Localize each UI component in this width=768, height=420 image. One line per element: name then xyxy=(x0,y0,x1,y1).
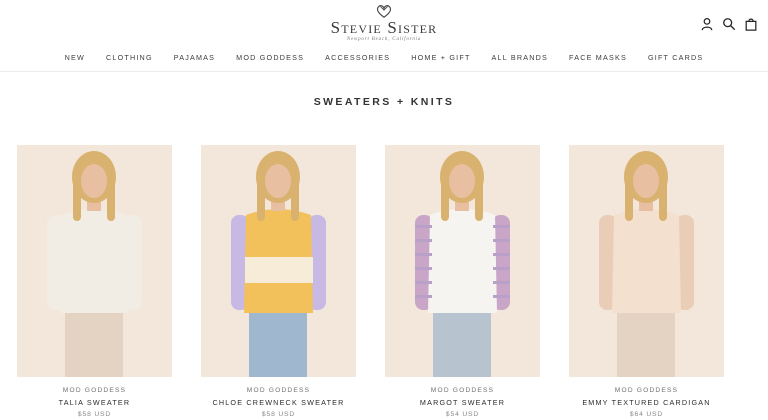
sweater-stripe xyxy=(415,253,432,256)
product-brand: Mod Goddess xyxy=(246,387,311,394)
nav-item-gift-cards[interactable]: Gift Cards xyxy=(637,53,713,62)
nav-item-home-gift[interactable]: Home + Gift xyxy=(401,53,481,62)
model-hair-strand xyxy=(625,181,633,221)
sweater-stripe xyxy=(415,295,432,298)
sweater-stripe xyxy=(493,239,510,242)
model-face xyxy=(449,164,475,198)
model-bottoms xyxy=(249,305,307,377)
sweater-stripe xyxy=(415,239,432,242)
model-hair-strand xyxy=(257,181,265,221)
nav-item-face-masks[interactable]: Face Masks xyxy=(559,53,638,62)
nav-item-new[interactable]: New xyxy=(54,53,95,62)
cart-icon[interactable] xyxy=(744,17,758,31)
sweater-stripe xyxy=(493,267,510,270)
product-photo xyxy=(569,145,724,377)
product-price: $54 USD xyxy=(445,411,480,418)
model-hair-strand xyxy=(475,181,483,221)
product-photo xyxy=(201,145,356,377)
nav-item-all-brands[interactable]: All Brands xyxy=(481,53,558,62)
page-title: Sweaters + Knits xyxy=(313,96,455,108)
product-card[interactable]: Mod Goddess Emmy Textured Cardigan $64 U… xyxy=(569,145,724,418)
model-sweater xyxy=(428,209,497,313)
model-face xyxy=(633,164,659,198)
product-price: $58 USD xyxy=(261,411,296,418)
model-sweater xyxy=(60,209,129,313)
product-brand: Mod Goddess xyxy=(430,387,495,394)
product-image[interactable] xyxy=(17,145,172,377)
model-bottoms xyxy=(433,305,491,377)
account-icon[interactable] xyxy=(700,17,714,31)
product-photo xyxy=(385,145,540,377)
site-header: Stevie Sister Newport Beach, California … xyxy=(0,0,768,72)
nav-item-clothing[interactable]: Clothing xyxy=(96,53,164,62)
nav-item-mod-goddess[interactable]: Mod Goddess xyxy=(226,53,315,62)
heart-bow-icon xyxy=(376,5,392,18)
product-price: $64 USD xyxy=(629,411,664,418)
model-hair-strand xyxy=(291,181,299,221)
main-nav: New Clothing Pajamas Mod Goddess Accesso… xyxy=(0,53,768,62)
model-hair-strand xyxy=(107,181,115,221)
sweater-stripe xyxy=(493,253,510,256)
product-image[interactable] xyxy=(385,145,540,377)
product-grid: Mod Goddess Talia Sweater $58 USD Mod Go… xyxy=(17,145,724,418)
sweater-stripe xyxy=(493,295,510,298)
product-image[interactable] xyxy=(569,145,724,377)
product-card[interactable]: Mod Goddess Margot Sweater $54 USD xyxy=(385,145,540,418)
product-photo xyxy=(17,145,172,377)
product-name[interactable]: Chloe Crewneck Sweater xyxy=(201,398,356,407)
model-face xyxy=(265,164,291,198)
sweater-stripe xyxy=(245,257,313,283)
model-sweater xyxy=(612,209,681,313)
header-icons xyxy=(700,17,758,31)
product-image[interactable] xyxy=(201,145,356,377)
sweater-stripe xyxy=(415,281,432,284)
model-bottoms xyxy=(65,305,123,377)
model-bottoms xyxy=(617,305,675,377)
model-hair-strand xyxy=(73,181,81,221)
site-logo[interactable]: Stevie Sister Newport Beach, California xyxy=(0,3,768,43)
sweater-stripe xyxy=(493,281,510,284)
product-card[interactable]: Mod Goddess Talia Sweater $58 USD xyxy=(17,145,172,418)
model-hair-strand xyxy=(441,181,449,221)
product-name[interactable]: Talia Sweater xyxy=(17,398,172,407)
product-brand: Mod Goddess xyxy=(614,387,679,394)
model-face xyxy=(81,164,107,198)
sweater-stripe xyxy=(415,225,432,228)
product-card[interactable]: Mod Goddess Chloe Crewneck Sweater $58 U… xyxy=(201,145,356,418)
product-price: $58 USD xyxy=(77,411,112,418)
logo-subtitle: Newport Beach, California xyxy=(346,37,422,42)
product-brand: Mod Goddess xyxy=(62,387,127,394)
product-name[interactable]: Margot Sweater xyxy=(385,398,540,407)
model-hair-strand xyxy=(659,181,667,221)
nav-item-accessories[interactable]: Accessories xyxy=(315,53,401,62)
logo-title: Stevie Sister xyxy=(330,18,438,37)
search-icon[interactable] xyxy=(722,17,736,31)
nav-item-pajamas[interactable]: Pajamas xyxy=(163,53,225,62)
sweater-stripe xyxy=(493,225,510,228)
product-name[interactable]: Emmy Textured Cardigan xyxy=(569,398,724,407)
sweater-stripe xyxy=(415,267,432,270)
